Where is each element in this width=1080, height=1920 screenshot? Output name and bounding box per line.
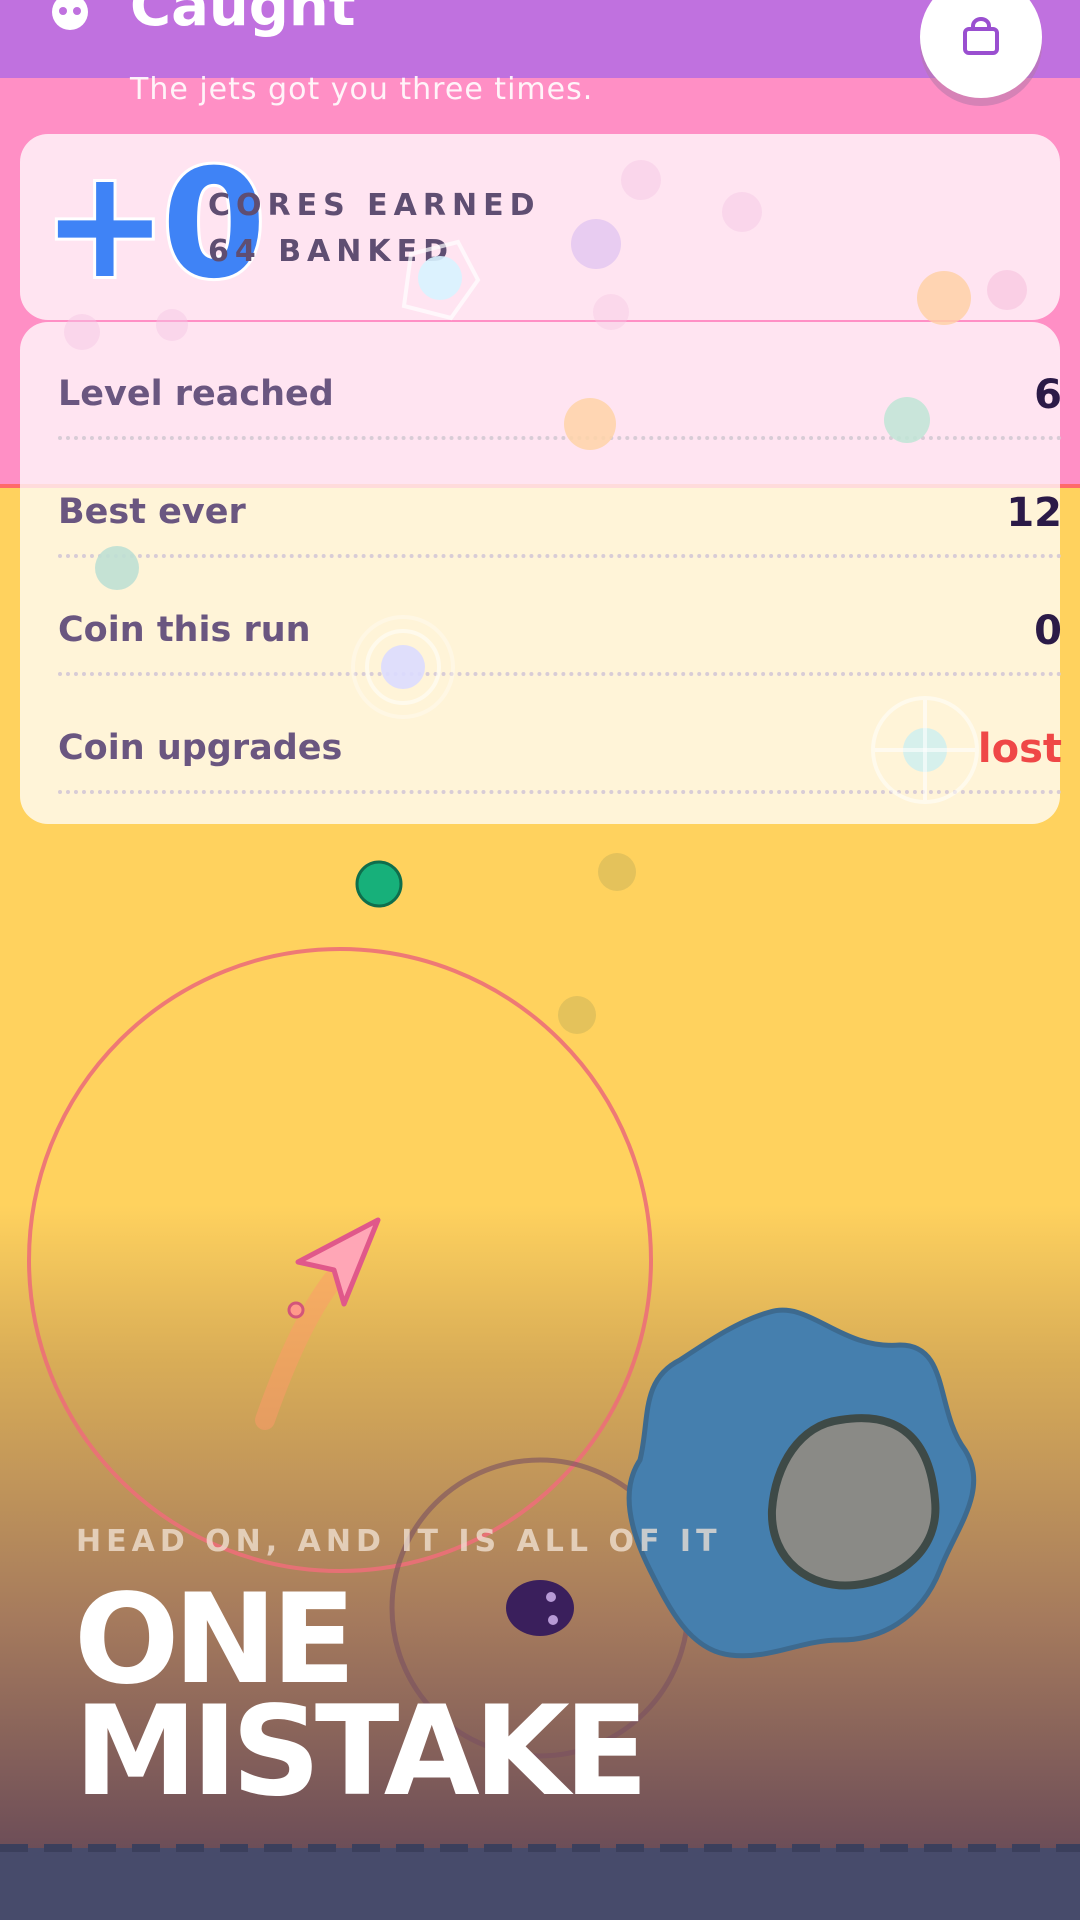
banked-label: 64 BANKED xyxy=(208,234,455,269)
faded-orb xyxy=(598,853,636,891)
green-orb xyxy=(355,860,403,908)
page-title: Caught xyxy=(130,0,356,39)
promo-tagline: HEAD ON, AND IT IS ALL OF IT xyxy=(76,1524,722,1559)
run-stats-card: Level reached 6 Best ever 12 Coin this r… xyxy=(20,322,1062,824)
promo-headline: MISTAKE xyxy=(74,1680,649,1824)
player-ship-icon xyxy=(295,1217,381,1307)
shopping-bag-icon xyxy=(963,17,999,55)
cores-earned-label: CORES EARNED xyxy=(208,188,541,223)
bottom-dash-border xyxy=(0,1844,1080,1852)
enemy-eye xyxy=(546,1592,556,1602)
bottom-bar xyxy=(0,1848,1080,1920)
skull-icon xyxy=(50,0,90,34)
faded-orb xyxy=(558,996,596,1034)
dark-blob-enemy xyxy=(506,1580,574,1636)
stat-row-upgrades: Coin upgrades lost xyxy=(58,676,1062,794)
stat-value-lost: lost xyxy=(977,726,1062,772)
stat-label: Coin this run xyxy=(58,610,311,650)
stat-row-coin: Coin this run 0 xyxy=(58,558,1062,676)
stat-label: Coin upgrades xyxy=(58,728,343,768)
stat-label: Best ever xyxy=(58,492,246,532)
stat-value: 6 xyxy=(1034,372,1062,418)
cores-earned-value: +0 xyxy=(39,138,269,312)
trail-dot xyxy=(287,1301,305,1319)
grey-rock-core xyxy=(767,1414,940,1590)
page-subtitle: The jets got you three times. xyxy=(130,72,594,107)
ship-trail xyxy=(255,1266,346,1430)
enemy-eye xyxy=(548,1615,558,1625)
game-over-screen: Caught The jets got you three times. +0 … xyxy=(0,0,1080,1920)
stat-value: 12 xyxy=(1006,490,1062,536)
stat-value: 0 xyxy=(1034,608,1062,654)
stat-row-level: Level reached 6 xyxy=(58,322,1062,440)
stat-label: Level reached xyxy=(58,374,334,414)
stat-row-best: Best ever 12 xyxy=(58,440,1062,558)
